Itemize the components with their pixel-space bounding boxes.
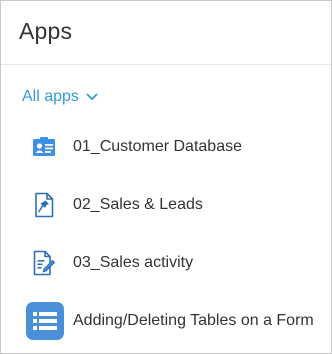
apps-header: Apps bbox=[1, 1, 331, 65]
document-pin-icon bbox=[30, 191, 58, 219]
all-apps-dropdown[interactable]: All apps bbox=[1, 65, 331, 107]
app-item-sales-activity[interactable]: 03_Sales activity bbox=[1, 234, 331, 292]
filter-label: All apps bbox=[22, 88, 79, 105]
apps-panel: Apps All apps 01_Customer Database 02_Sa… bbox=[0, 0, 332, 354]
app-item-adding-deleting-tables[interactable]: Adding/Deleting Tables on a Form bbox=[1, 292, 331, 350]
chevron-down-icon bbox=[86, 93, 98, 101]
app-item-sales-leads[interactable]: 02_Sales & Leads bbox=[1, 176, 331, 234]
page-title: Apps bbox=[19, 18, 73, 44]
app-name: Adding/Deleting Tables on a Form bbox=[73, 312, 314, 329]
app-item-customer-database[interactable]: 01_Customer Database bbox=[1, 118, 331, 176]
app-name: 02_Sales & Leads bbox=[73, 196, 203, 213]
table-list-icon bbox=[26, 302, 64, 340]
app-name: 03_Sales activity bbox=[73, 254, 194, 271]
document-edit-icon bbox=[30, 249, 58, 277]
app-name: 01_Customer Database bbox=[73, 138, 242, 155]
app-list: 01_Customer Database 02_Sales & Leads 03… bbox=[1, 118, 331, 350]
contact-card-icon bbox=[30, 133, 58, 161]
